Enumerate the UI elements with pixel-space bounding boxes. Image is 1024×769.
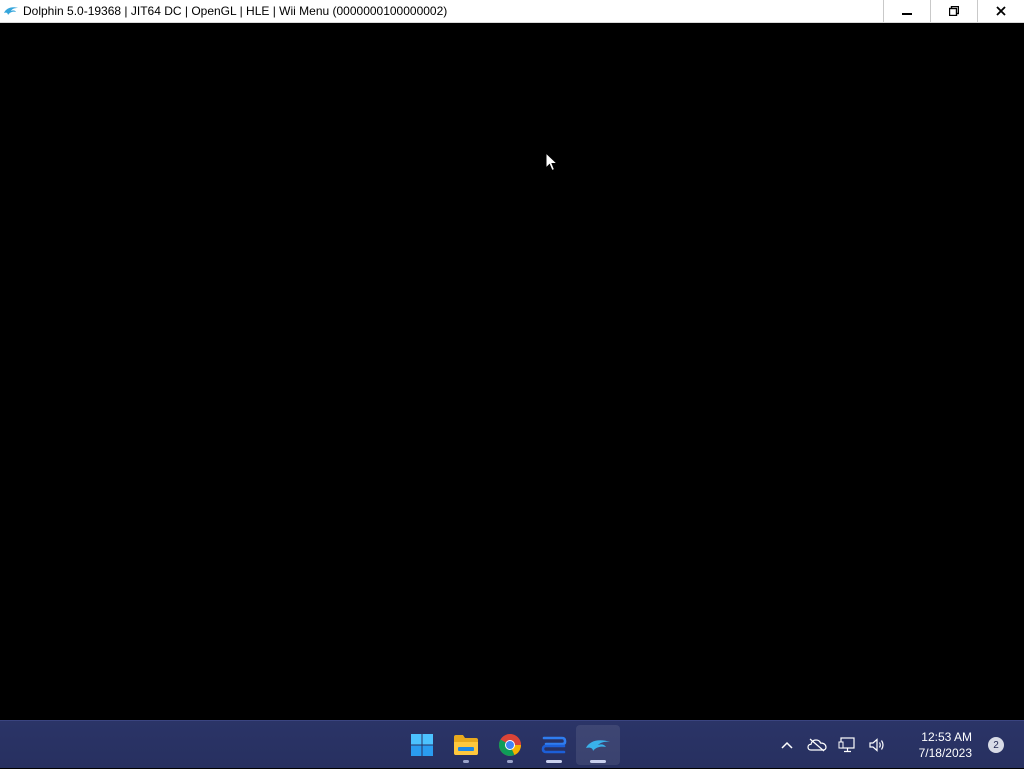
running-indicator — [463, 760, 469, 763]
minimize-button[interactable] — [883, 0, 930, 22]
onedrive-button[interactable] — [805, 733, 829, 757]
network-button[interactable] — [835, 733, 859, 757]
taskbar-clock[interactable]: 12:53 AM 7/18/2023 — [902, 729, 972, 761]
notification-badge[interactable]: 2 — [988, 737, 1004, 753]
active-indicator — [590, 760, 606, 763]
start-button[interactable] — [400, 725, 444, 765]
minimize-icon — [902, 13, 912, 15]
blue-app-icon — [541, 736, 567, 754]
taskbar-dolphin[interactable] — [576, 725, 620, 765]
folder-icon — [454, 735, 478, 755]
clock-time: 12:53 AM — [921, 730, 972, 744]
close-button[interactable] — [977, 0, 1024, 22]
running-indicator — [507, 760, 513, 763]
network-icon — [838, 737, 855, 753]
close-icon — [996, 6, 1006, 16]
volume-icon — [869, 738, 884, 752]
restore-icon — [949, 6, 959, 16]
title-bar[interactable]: Dolphin 5.0-19368 | JIT64 DC | OpenGL | … — [0, 0, 1024, 23]
dolphin-icon — [3, 3, 19, 19]
onedrive-offline-icon — [807, 738, 827, 752]
running-indicator — [546, 760, 562, 763]
game-viewport[interactable] — [0, 23, 1024, 720]
windows-logo-icon — [411, 734, 433, 756]
show-hidden-icons-button[interactable] — [775, 733, 799, 757]
clock-date: 7/18/2023 — [918, 746, 972, 760]
taskbar: 12:53 AM 7/18/2023 2 — [0, 720, 1024, 768]
window-title: Dolphin 5.0-19368 | JIT64 DC | OpenGL | … — [23, 4, 448, 18]
volume-button[interactable] — [865, 733, 889, 757]
taskbar-apps — [400, 721, 620, 769]
taskbar-chrome[interactable] — [488, 725, 532, 765]
chevron-up-icon — [781, 741, 793, 749]
system-tray: 12:53 AM 7/18/2023 2 — [772, 721, 1024, 769]
taskbar-blue-app[interactable] — [532, 725, 576, 765]
restore-button[interactable] — [930, 0, 977, 22]
window-controls — [883, 0, 1024, 22]
taskbar-file-explorer[interactable] — [444, 725, 488, 765]
chrome-icon — [499, 734, 521, 756]
mouse-cursor-icon — [545, 152, 559, 172]
dolphin-icon — [586, 740, 610, 751]
